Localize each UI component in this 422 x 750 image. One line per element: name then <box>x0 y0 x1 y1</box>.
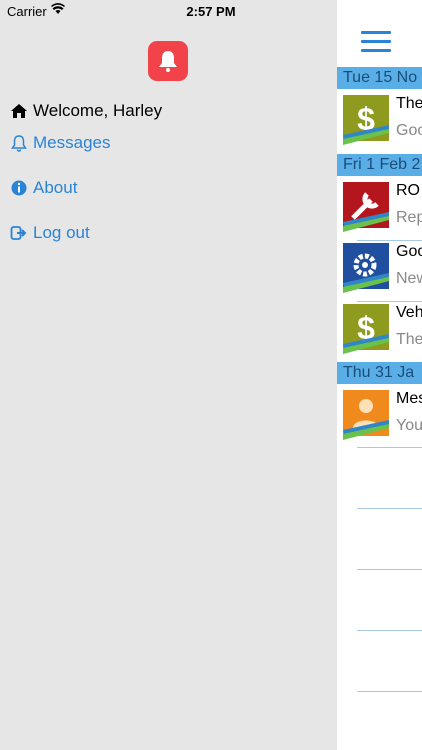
divider <box>357 508 422 509</box>
main-panel: Tue 15 No $ The Goo Fri 1 Feb 2 RO Rep G… <box>337 0 422 750</box>
menu-item-about[interactable]: About <box>10 178 77 198</box>
item-subtitle: Rep <box>396 209 422 226</box>
item-subtitle: New <box>396 270 422 287</box>
list-item[interactable]: Goo New <box>337 239 422 299</box>
list-item[interactable]: $ Veh The <box>337 300 422 360</box>
item-title: Goo <box>396 243 422 260</box>
welcome-row: Welcome, Harley <box>10 101 162 121</box>
date-header: Fri 1 Feb 2 <box>337 154 422 176</box>
divider <box>357 630 422 631</box>
divider <box>357 569 422 570</box>
bell-outline-icon <box>10 134 28 152</box>
item-title: RO <box>396 182 420 199</box>
app-logo <box>148 41 188 81</box>
menu-item-messages[interactable]: Messages <box>10 133 110 153</box>
sign-out-icon <box>10 224 28 242</box>
item-title: Veh <box>396 304 422 321</box>
item-title: Mes <box>396 390 422 407</box>
messages-label: Messages <box>33 133 111 152</box>
logout-label: Log out <box>33 223 90 242</box>
date-header: Tue 15 No <box>337 67 422 89</box>
gear-icon <box>343 243 389 293</box>
list-item[interactable]: $ The Goo <box>337 91 422 151</box>
divider <box>357 447 422 448</box>
dollar-icon: $ <box>343 304 389 354</box>
item-subtitle: You <box>396 417 422 434</box>
item-title: The <box>396 95 422 112</box>
info-icon <box>10 179 28 197</box>
about-label: About <box>33 178 78 197</box>
menu-item-logout[interactable]: Log out <box>10 223 90 243</box>
list-item[interactable]: RO Rep <box>337 178 422 238</box>
home-icon <box>10 102 28 120</box>
divider <box>357 691 422 692</box>
bell-icon <box>159 51 177 72</box>
item-subtitle: The <box>396 331 422 348</box>
date-header: Thu 31 Ja <box>337 362 422 384</box>
hamburger-menu-icon[interactable] <box>361 31 391 53</box>
welcome-text: Welcome, Harley <box>33 101 163 120</box>
wrench-icon <box>343 182 389 232</box>
item-subtitle: Goo <box>396 122 422 139</box>
dollar-icon: $ <box>343 95 389 145</box>
list-item[interactable]: Mes You <box>337 386 422 446</box>
person-icon <box>343 390 389 440</box>
